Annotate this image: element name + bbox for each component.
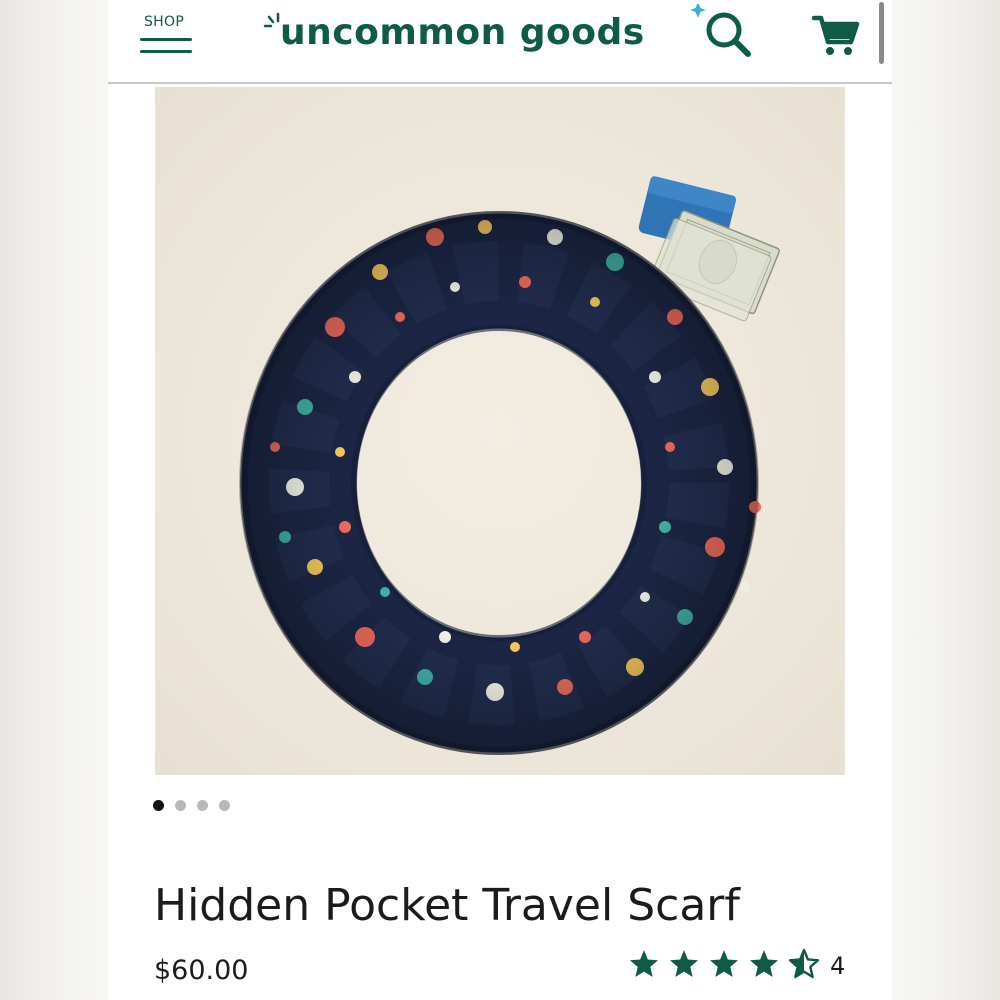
product-price: $60.00 (154, 955, 249, 986)
star-full-icon (630, 950, 658, 977)
product-photo[interactable]: VISA (155, 87, 845, 775)
hamburger-menu-icon (140, 36, 192, 56)
search-button[interactable] (688, 2, 758, 64)
carousel-dot-2[interactable] (175, 800, 186, 811)
star-full-icon (710, 950, 738, 977)
star-full-icon (750, 950, 778, 977)
product-rating[interactable]: 4 (628, 948, 858, 984)
scrollbar[interactable] (879, 2, 884, 64)
star-half-icon (788, 948, 820, 979)
shopping-cart-icon (811, 15, 860, 55)
logo-wordmark: uncommon goods (280, 12, 645, 53)
carousel-dot-3[interactable] (197, 800, 208, 811)
scarf-illustration: VISA (239, 176, 780, 755)
site-header: SHOP uncommon goods (108, 0, 892, 84)
search-icon (690, 2, 751, 57)
review-count: 4 (830, 952, 846, 980)
image-carousel-dots (153, 800, 243, 812)
shop-label: SHOP (144, 14, 185, 30)
site-logo[interactable]: uncommon goods (262, 10, 645, 60)
cart-button[interactable] (808, 10, 864, 60)
carousel-dot-4[interactable] (219, 800, 230, 811)
shop-menu-button[interactable]: SHOP (138, 12, 196, 58)
mobile-page: SHOP uncommon goods Hidden Pocket Travel… (108, 0, 892, 1000)
star-full-icon (670, 950, 698, 977)
product-title: Hidden Pocket Travel Scarf (154, 880, 740, 931)
carousel-dot-1[interactable] (153, 800, 164, 811)
